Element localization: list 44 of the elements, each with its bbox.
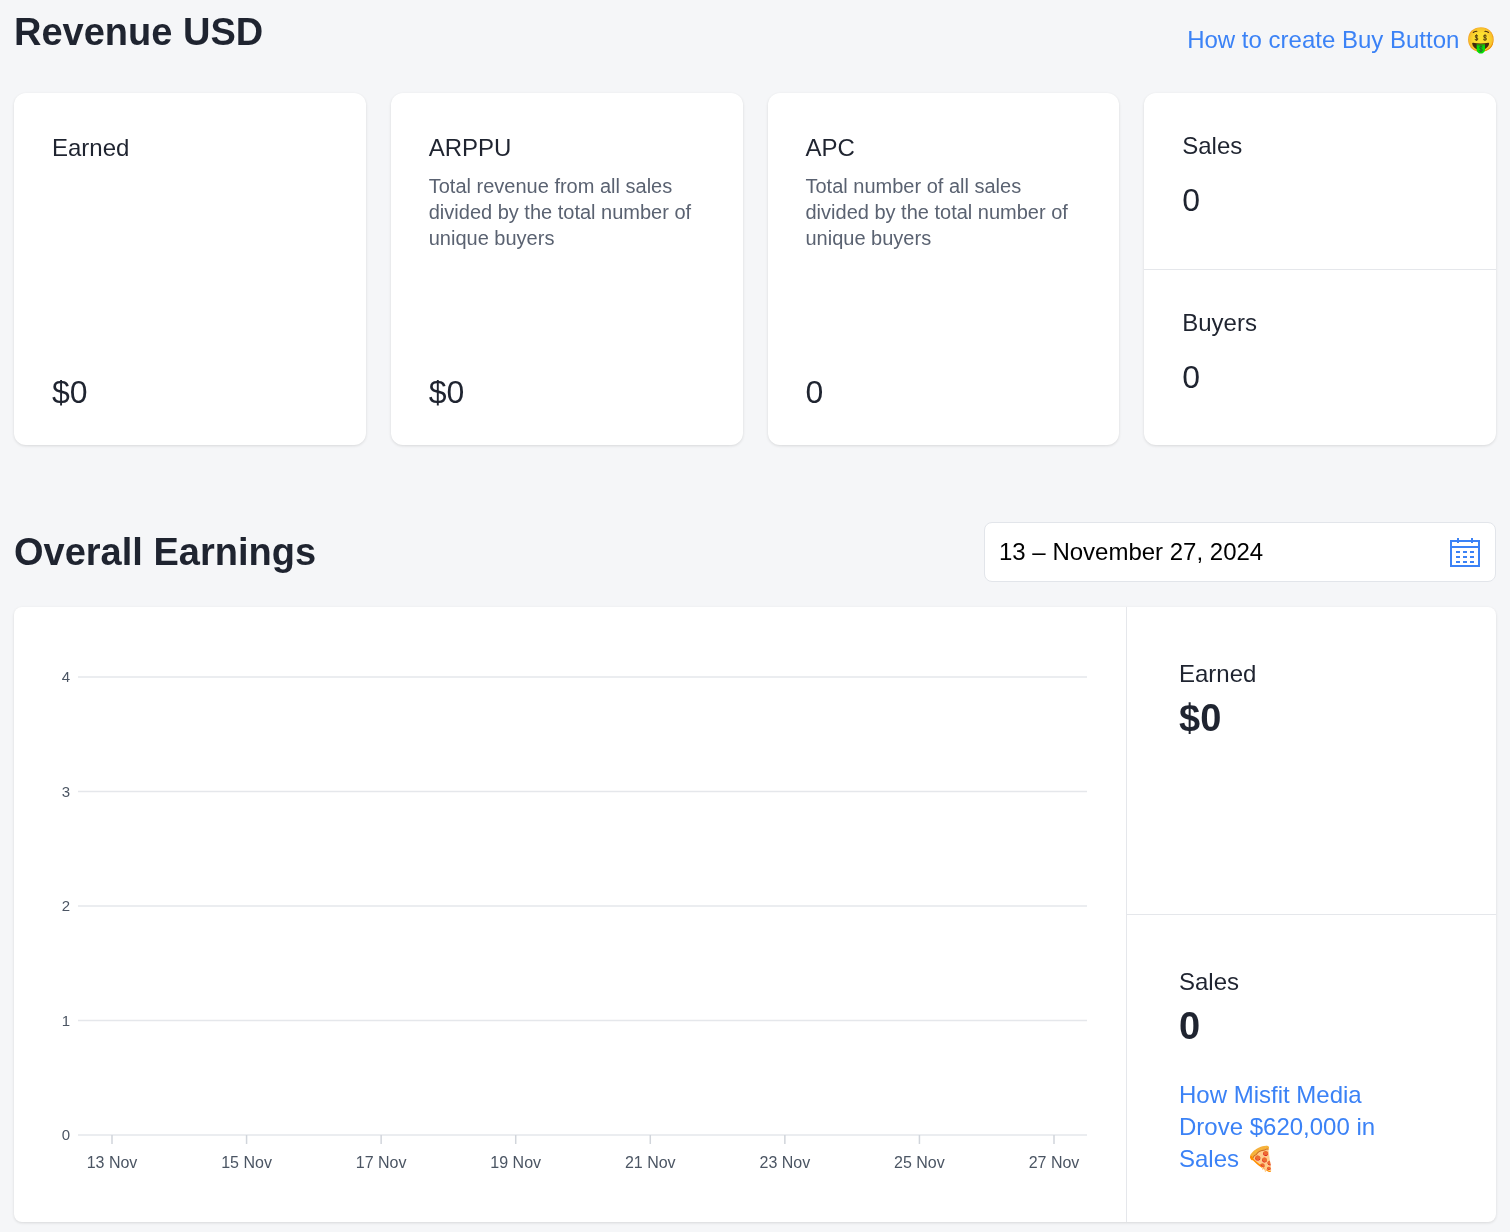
y-tick-label: 0: [61, 1126, 70, 1143]
case-study-link[interactable]: How Misfit Media Drove $620,000 in Sales 🍕: [1179, 1079, 1419, 1175]
stat-value: $0: [52, 373, 89, 411]
x-tick-label: 21 Nov: [624, 1154, 676, 1171]
stat-label: Earned: [52, 133, 131, 163]
page-title: Revenue USD: [14, 10, 264, 54]
stat-value: 0: [1182, 357, 1202, 396]
y-tick-label: 1: [61, 1011, 70, 1029]
calendar-icon[interactable]: [1449, 536, 1481, 568]
x-tick-label: 15 Nov: [221, 1154, 272, 1171]
x-tick-mark: [380, 1134, 382, 1145]
stat-description: Total number of all sales divided by the total number of unique buyers: [805, 174, 1069, 251]
summary-label: Sales: [1179, 967, 1241, 997]
section-title: Overall Earnings: [14, 530, 316, 574]
stat-value: 0: [805, 373, 825, 411]
stat-label: APC: [805, 133, 856, 163]
x-tick-mark: [245, 1134, 248, 1145]
summary-value: 0: [1179, 1004, 1202, 1049]
y-tick-label: 4: [61, 668, 70, 685]
stat-value: $0: [428, 373, 466, 411]
stat-label: Buyers: [1182, 307, 1258, 338]
x-tick-label: 23 Nov: [759, 1154, 811, 1171]
summary-value: $0: [1179, 696, 1223, 741]
stat-label: ARPPU: [428, 133, 513, 163]
y-tick-label: 2: [61, 897, 70, 914]
x-tick-label: 17 Nov: [355, 1154, 407, 1171]
date-range-value: 13 – November 27, 2024: [999, 537, 1264, 567]
x-tick-mark: [1053, 1134, 1055, 1145]
x-tick-mark: [918, 1134, 921, 1145]
date-range-picker[interactable]: 13 – November 27, 2024: [984, 522, 1496, 582]
x-tick-mark: [649, 1134, 652, 1145]
stat-value: 0: [1182, 181, 1202, 219]
x-tick-mark: [784, 1134, 786, 1145]
y-tick-label: 3: [61, 782, 70, 800]
x-tick-mark: [111, 1134, 113, 1145]
x-tick-label: 27 Nov: [1028, 1154, 1080, 1171]
x-tick-label: 25 Nov: [894, 1154, 945, 1171]
x-tick-mark: [514, 1134, 517, 1145]
stat-description: Total revenue from all sales divided by the total number of unique buyers: [428, 174, 693, 251]
summary-label: Earned: [1179, 659, 1258, 689]
stat-label: Sales: [1182, 131, 1244, 161]
help-link[interactable]: How to create Buy Button 🤑: [1187, 22, 1496, 58]
x-tick-label: 19 Nov: [490, 1154, 542, 1171]
x-tick-label: 13 Nov: [86, 1154, 138, 1171]
